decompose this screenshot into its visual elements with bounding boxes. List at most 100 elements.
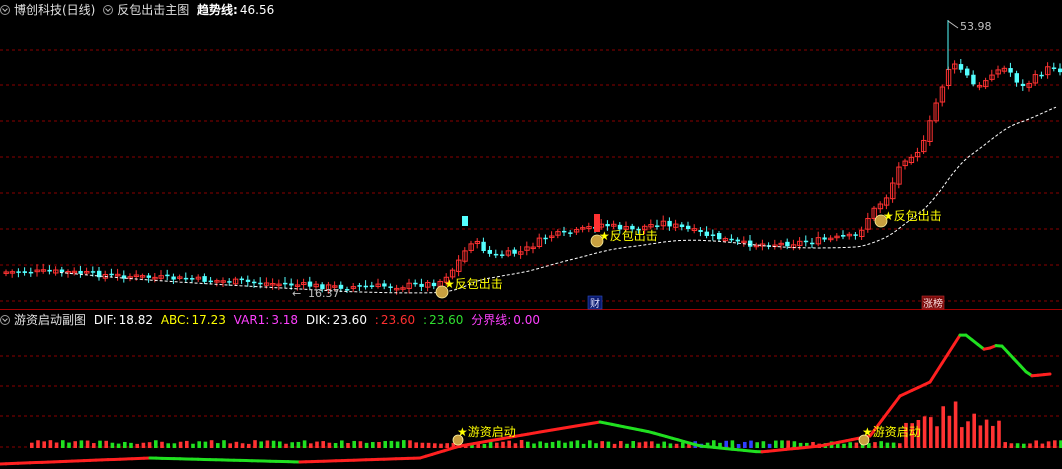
- candle-body: [183, 277, 189, 280]
- sub-indicator-toggle-icon[interactable]: [0, 315, 10, 325]
- candle-body: [562, 230, 567, 233]
- boundary-label: 分界线:: [471, 313, 512, 327]
- histogram-bar: [848, 442, 852, 448]
- high-price-label: 53.98: [960, 20, 992, 33]
- candle-body: [307, 281, 313, 287]
- candle-body: [1058, 68, 1062, 73]
- histogram-bar: [656, 443, 660, 448]
- signal-marker-3[interactable]: ★反包出击: [874, 209, 942, 228]
- histogram-bar: [73, 441, 77, 448]
- histogram-bar: [439, 443, 443, 448]
- signal-marker-1[interactable]: ★反包出击: [435, 277, 503, 299]
- histogram-bar: [668, 443, 673, 448]
- histogram-bar: [216, 443, 220, 448]
- event-badge-limit-label: 涨榜: [923, 297, 943, 310]
- histogram-bar: [104, 440, 108, 448]
- candle-body: [289, 283, 294, 286]
- boundary-value: 0.00: [513, 313, 541, 327]
- event-badge-finance-label: 财: [590, 297, 600, 310]
- histogram-bar: [358, 441, 363, 448]
- candle-body: [363, 285, 368, 288]
- candle-body: [717, 233, 722, 240]
- histogram-bar: [1034, 440, 1038, 448]
- candle-body: [165, 274, 170, 277]
- histogram-bar: [569, 441, 573, 448]
- candle-body: [803, 240, 809, 243]
- histogram-bar: [30, 442, 34, 448]
- histogram-bar: [625, 443, 629, 448]
- histogram-bar: [984, 419, 989, 448]
- candle-body: [1008, 68, 1013, 73]
- candle-body: [493, 253, 499, 256]
- abc-label: ABC:: [160, 313, 190, 327]
- histogram-bar: [178, 441, 183, 448]
- dif-segment: [1042, 372, 1052, 377]
- candle-body: [419, 283, 424, 287]
- histogram-bar: [495, 442, 499, 448]
- candle-body: [22, 271, 27, 273]
- candle-body: [227, 281, 232, 283]
- histogram-bar: [209, 440, 214, 448]
- dif-segment: [946, 343, 956, 356]
- var1-value: 3.18: [271, 313, 299, 327]
- histogram-bar: [333, 443, 338, 448]
- histogram-bar: [1028, 443, 1032, 448]
- histogram-bar: [185, 440, 189, 448]
- histogram-bar: [544, 442, 549, 448]
- histogram-bar: [278, 441, 282, 448]
- histogram-bar: [1053, 440, 1057, 448]
- histogram-bar: [141, 442, 146, 448]
- histogram-bar: [364, 442, 369, 448]
- histogram-bar: [842, 443, 846, 448]
- histogram-bar: [327, 442, 332, 448]
- candle-body: [413, 282, 418, 285]
- candle-body: [1051, 67, 1057, 69]
- kline-chart-canvas[interactable]: 53.98 ← 16.37 ★反包出击 ★反包出击 ★反包出击 财 涨榜 ★游资…: [0, 0, 1062, 469]
- histogram-bar: [1046, 441, 1051, 448]
- histogram-bar: [978, 425, 983, 448]
- candle-body: [59, 269, 65, 273]
- histogram-bar: [371, 442, 375, 448]
- histogram-bar: [160, 441, 164, 448]
- histogram-bar: [606, 441, 611, 448]
- histogram-bar: [557, 440, 561, 448]
- candle-body: [109, 273, 114, 276]
- histogram-bar: [166, 443, 170, 448]
- histogram-bar: [414, 442, 418, 448]
- candle-body: [369, 285, 375, 287]
- sub-indicator-name[interactable]: 游资启动副图: [14, 313, 86, 327]
- event-badge-limit[interactable]: 涨榜: [921, 295, 945, 310]
- histogram-bar: [408, 440, 412, 448]
- histogram-bar: [135, 443, 139, 448]
- signal-label: ★反包出击: [599, 229, 658, 243]
- histogram-bar: [526, 441, 530, 448]
- sub-signal-label: ★游资启动: [457, 425, 516, 439]
- histogram-bar: [482, 443, 487, 448]
- signal-marker-2[interactable]: ★反包出击: [590, 229, 658, 248]
- dif-segment: [940, 352, 950, 365]
- histogram-bar: [594, 443, 598, 448]
- histogram-bar: [550, 441, 555, 448]
- candle-body: [729, 238, 734, 241]
- red-sep: :: [374, 313, 379, 327]
- histogram-bar: [290, 442, 294, 448]
- var1-label: VAR1:: [233, 313, 270, 327]
- histogram-bar: [98, 440, 102, 448]
- candle-body: [853, 234, 858, 236]
- candle-body: [431, 282, 437, 287]
- candle-body: [698, 230, 703, 232]
- histogram-bar: [309, 443, 313, 448]
- histogram-bar: [972, 413, 976, 448]
- histogram-bar: [116, 443, 121, 448]
- event-badge-finance[interactable]: 财: [587, 295, 603, 310]
- candle-body: [1039, 74, 1044, 77]
- histogram-bar: [271, 440, 276, 448]
- histogram-bar: [79, 440, 84, 448]
- histogram-bar: [1040, 443, 1045, 448]
- histogram-bar: [922, 416, 927, 448]
- histogram-bar: [383, 441, 387, 448]
- candle-body: [512, 249, 517, 254]
- candle-body: [686, 225, 691, 230]
- dif-value: 18.82: [118, 313, 153, 327]
- histogram-bar: [643, 441, 648, 448]
